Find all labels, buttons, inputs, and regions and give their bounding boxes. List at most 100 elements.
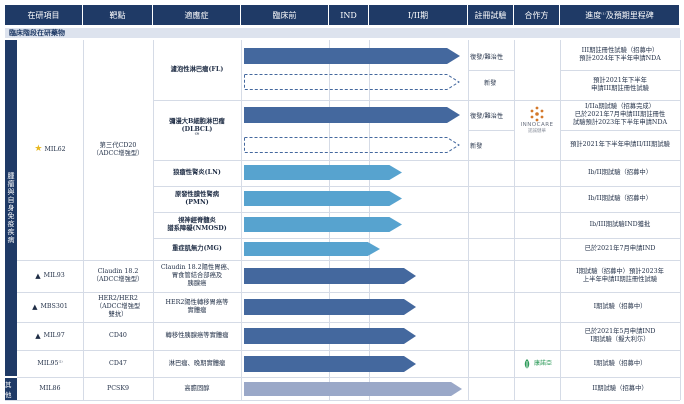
drug-mil93-name: MIL93	[43, 272, 65, 280]
progress-fl-new: 預計2021年下半年 申請III期註冊性試驗	[560, 70, 680, 100]
indication-nmosd-line2: 譜系障礙(NMOSD)	[167, 225, 227, 232]
header-ind: IND	[329, 5, 369, 25]
target-mil97: CD40	[109, 332, 127, 340]
progress-ln: Ib/II期試驗（招募中）	[588, 169, 652, 177]
header-progress-a: 進度	[585, 10, 602, 20]
drug-mil95-name: MIL95	[37, 359, 59, 367]
indication-fl-line1: 濾泡性淋巴瘤(FL)	[170, 66, 224, 74]
indication-mil86: 高膽固醇	[184, 384, 210, 392]
target-mil62: 第三代CD20 （ADCC增強型）	[83, 40, 153, 260]
progress-mil97-1: 已於2021年5月申請IND	[584, 328, 656, 336]
target-mil95: CD47	[109, 359, 127, 367]
drug-mil95: MIL95 ⁽²⁾	[17, 350, 83, 377]
drug-mil95-sup: ⁽²⁾	[58, 360, 63, 366]
target-mil86: PCSK9	[106, 384, 130, 392]
target-mil93-1: Claudin 18.2	[97, 268, 139, 276]
partner-kangnuoya: 康諾亞	[514, 350, 560, 377]
bar-pmn	[244, 191, 402, 206]
partner-innocare-cn: 諾誠健華	[528, 128, 546, 134]
indication-pmn-line1: 原發性膜性腎病	[174, 191, 220, 199]
header-registration: 註冊試驗	[468, 5, 514, 25]
header-project: 在研項目	[5, 5, 83, 25]
progress-mbs301: I期試驗（招募中）	[593, 303, 647, 311]
progress-fl-new-1: 預計2021年下半年	[593, 77, 647, 85]
innocare-logo-icon	[530, 106, 544, 122]
indication-mil93-2: 胃食管結合部癌及	[171, 272, 223, 280]
progress-mil86: II期試驗（招募中）	[592, 384, 648, 392]
progress-dlbcl-rr: I/IIa期試驗（招募完成） 已於2021年7月申請III期註冊性 試驗預計2023…	[560, 100, 680, 130]
progress-dlbcl-rr-2: 已於2021年7月申請III期註冊性	[574, 111, 666, 119]
drug-mil62: ★ MIL62	[17, 40, 83, 260]
partner-kangnuoya-name: 康諾亞	[533, 359, 552, 367]
progress-nmosd: Ib/III期試驗IND獲批	[589, 221, 651, 229]
header-target: 靶點	[83, 5, 153, 25]
progress-fl-new-2: 申請III期註冊性試驗	[591, 85, 649, 92]
drug-mbs301-name: MBS301	[40, 303, 68, 311]
indication-mil95: 淋巴瘤、晚期實體瘤	[168, 359, 226, 367]
indication-dlbcl-sup: ⁽³⁾	[194, 133, 200, 139]
partner-innocare-name: INNOCARE	[520, 121, 554, 128]
progress-dlbcl-rr-3: 試驗預計2023年下半年申請NDA	[572, 118, 668, 126]
header-indication: 適應症	[153, 5, 241, 25]
pipeline-table: { "headers": ["在研項目","靶點","適應症","臨床前","I…	[0, 0, 684, 404]
note-fl-rr: 復發/難治性	[470, 54, 504, 61]
progress-mil97: 已於2021年5月申請IND I期試驗（擬大利尓）	[560, 322, 680, 350]
drug-mil62-name: MIL62	[44, 146, 66, 154]
target-mbs301: HER2/HER2 （ADCC增強型 雙抗）	[83, 292, 153, 322]
header-progress-b: 及預期里程碑	[605, 10, 654, 20]
star-icon: ★	[34, 144, 43, 155]
bar-fl-new	[244, 74, 460, 90]
indication-pmn-line2: (PMN)	[185, 199, 209, 206]
bar-mil97	[244, 328, 416, 344]
target-mbs301-3: 雙抗）	[108, 310, 128, 318]
drug-mbs301: ▲ MBS301	[17, 292, 83, 322]
progress-pmn: Ib/II期試驗（招募中）	[588, 195, 652, 203]
target-mil93: Claudin 18.2 （ADCC增強型）	[83, 260, 153, 292]
note-dlbcl-new: 新發	[470, 143, 483, 150]
indication-pmn: 原發性膜性腎病 (PMN)	[153, 186, 241, 212]
target-mil62-line1: 第三代CD20	[99, 142, 137, 150]
triangle-icon: ▲	[35, 271, 41, 280]
progress-mil95: I期試驗（招募中）	[593, 359, 647, 367]
progress-mg: 已於2021年7月申請IND	[584, 245, 656, 253]
indication-mil97: 轉移性胰腺癌等實體瘤	[165, 332, 229, 340]
target-mbs301-2: （ADCC增強型	[95, 303, 141, 311]
bar-ln	[244, 165, 402, 180]
indication-nmosd: 視神經脊髓炎 譜系障礙(NMOSD)	[153, 212, 241, 238]
drug-mil97: ▲ MIL97	[17, 322, 83, 350]
header-partner: 合作方	[514, 5, 560, 25]
progress-mil97-2: I期試驗（擬大利尓）	[590, 336, 650, 343]
bar-mg	[244, 242, 380, 256]
bar-nmosd	[244, 217, 402, 232]
header-preclinical: 臨床前	[241, 5, 329, 25]
header-progress: 進度 ⁽¹⁾ 及預期里程碑	[560, 5, 680, 25]
bar-mil95	[244, 356, 416, 372]
triangle-icon: ▲	[32, 302, 38, 311]
drug-mil86: MIL86	[39, 384, 61, 392]
bar-mil86	[244, 382, 462, 396]
progress-dlbcl-new: 預計2021年下半年申請II/III期試驗	[570, 141, 670, 149]
indication-mg: 重症肌無力(MG)	[172, 245, 222, 253]
progress-mil93: I期試驗（招募中）預計2023年 上半年申請II期註冊性試驗	[560, 260, 680, 292]
indication-fl: 濾泡性淋巴瘤(FL)	[153, 40, 241, 100]
indication-mil93-1: Claudin 18.2陽性胃癌、	[160, 264, 234, 272]
target-mbs301-1: HER2/HER2	[98, 295, 138, 303]
progress-fl-rr: III期註冊性試驗（招募中） 預計2024年下半年申請NDA	[560, 40, 680, 70]
indication-mil93: Claudin 18.2陽性胃癌、 胃食管結合部癌及 胰腺癌	[153, 260, 241, 292]
partner-innocare: INNOCARE 諾誠健華	[514, 100, 560, 140]
category-other: 其他	[5, 378, 17, 400]
indication-dlbcl: 彌漫大B細胞淋巴瘤 (DLBCL) ⁽³⁾	[153, 100, 241, 160]
bar-dlbcl-rr	[244, 107, 460, 123]
target-mil62-line2: （ADCC增強型）	[92, 150, 144, 157]
header-phase-1-2: I/II期	[369, 5, 468, 25]
drug-mil97-name: MIL97	[43, 332, 65, 340]
progress-mil93-1: I期試驗（招募中）預計2023年	[576, 268, 664, 276]
note-dlbcl-rr: 復發/難治性	[470, 113, 504, 120]
indication-ln: 狼瘡性腎炎(LN)	[173, 169, 221, 177]
bar-dlbcl-new	[244, 137, 460, 153]
indication-nmosd-line1: 視神經脊髓炎	[178, 217, 216, 225]
drug-mil93: ▲ MIL93	[17, 260, 83, 292]
progress-mil93-2: 上半年申請II期註冊性試驗	[582, 276, 658, 283]
indication-mbs301-2: 實體瘤	[187, 307, 207, 314]
progress-fl-rr-2: 預計2024年下半年申請NDA	[579, 55, 661, 62]
